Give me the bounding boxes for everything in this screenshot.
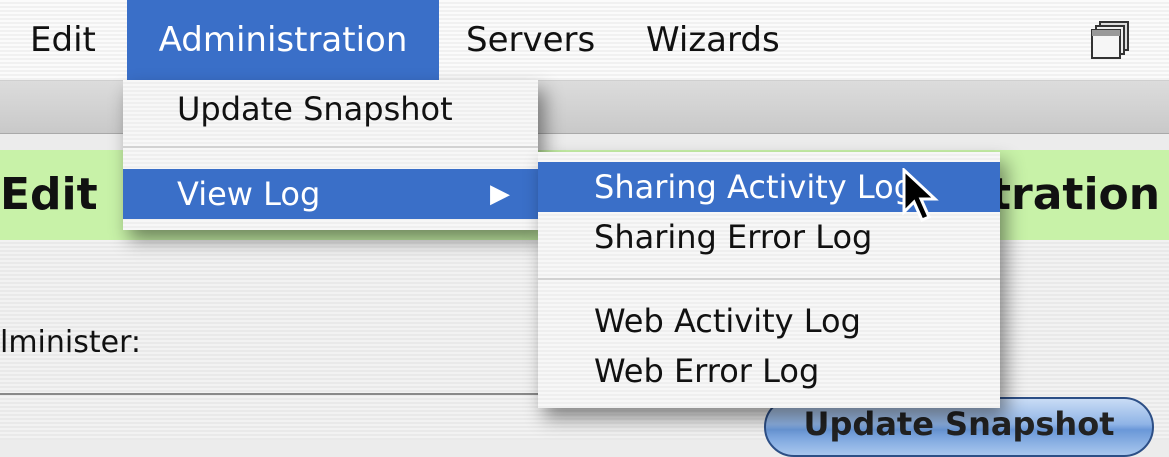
window-stack-icon[interactable] bbox=[1090, 20, 1132, 62]
menu-edit[interactable]: Edit bbox=[30, 0, 96, 80]
divider bbox=[0, 393, 540, 395]
menu-item-web-error-log[interactable]: Web Error Log bbox=[538, 346, 1000, 396]
menu-separator bbox=[538, 278, 1000, 280]
menu-servers[interactable]: Servers bbox=[466, 0, 595, 80]
banner-heading-right: tration bbox=[990, 169, 1161, 220]
menu-item-view-log[interactable]: View Log ▶ bbox=[123, 169, 538, 219]
triangle-right-icon: ▶ bbox=[490, 179, 510, 209]
menu-administration[interactable]: Administration bbox=[127, 0, 439, 80]
menu-item-update-snapshot[interactable]: Update Snapshot bbox=[123, 84, 538, 134]
view-log-label: View Log bbox=[177, 175, 321, 213]
menu-wizards[interactable]: Wizards bbox=[646, 0, 780, 80]
arrow-cursor-icon bbox=[902, 168, 939, 222]
banner-heading-left: Edit bbox=[0, 169, 98, 220]
menu-item-web-activity-log[interactable]: Web Activity Log bbox=[538, 296, 1000, 346]
menu-separator bbox=[123, 146, 538, 148]
menu-bar: Edit Administration Servers Wizards bbox=[0, 0, 1169, 81]
administration-menu: Update Snapshot View Log ▶ bbox=[123, 80, 538, 230]
administer-label: lminister: bbox=[0, 325, 142, 360]
